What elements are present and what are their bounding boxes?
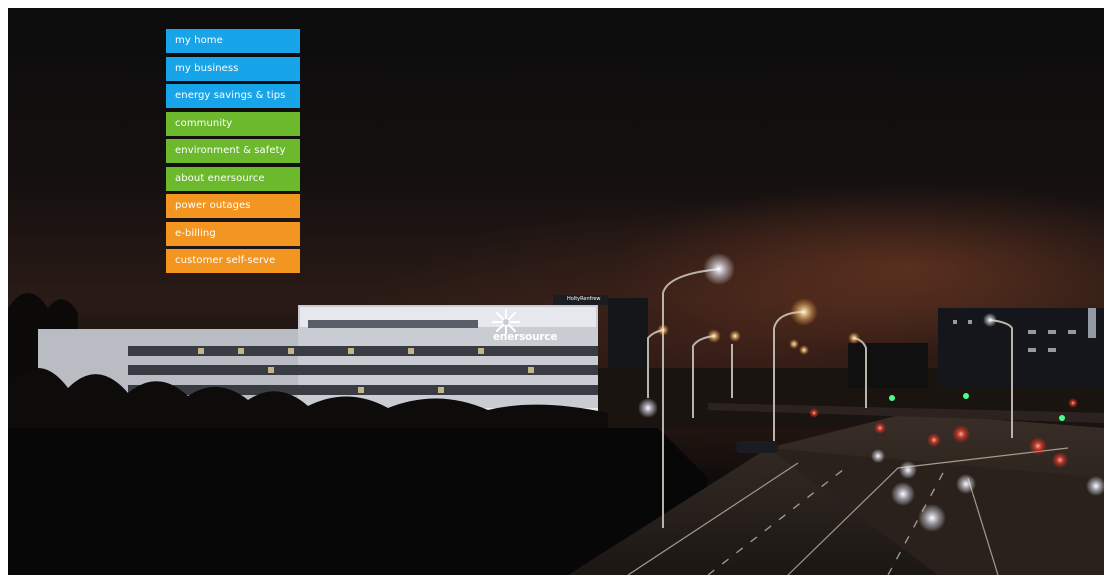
nav-item-about[interactable]: about enersource bbox=[166, 166, 300, 191]
hero-background: enersource HoltyRenfrew my home my busin… bbox=[8, 8, 1104, 575]
nav-item-power-outages[interactable]: power outages bbox=[166, 194, 300, 218]
main-nav-menu: my home my business energy savings & tip… bbox=[166, 29, 300, 273]
rooftop-sign-text: HoltyRenfrew bbox=[567, 296, 601, 302]
nav-item-my-home[interactable]: my home bbox=[166, 29, 300, 53]
nav-item-energy-savings[interactable]: energy savings & tips bbox=[166, 84, 300, 108]
nav-item-environment-safety[interactable]: environment & safety bbox=[166, 139, 300, 163]
nav-item-customer-self-serve[interactable]: customer self-serve bbox=[166, 249, 300, 273]
nav-item-my-business[interactable]: my business bbox=[166, 56, 300, 81]
nav-item-community[interactable]: community bbox=[166, 111, 300, 136]
nav-item-e-billing[interactable]: e-billing bbox=[166, 221, 300, 246]
building-sign-text: enersource bbox=[493, 331, 558, 343]
